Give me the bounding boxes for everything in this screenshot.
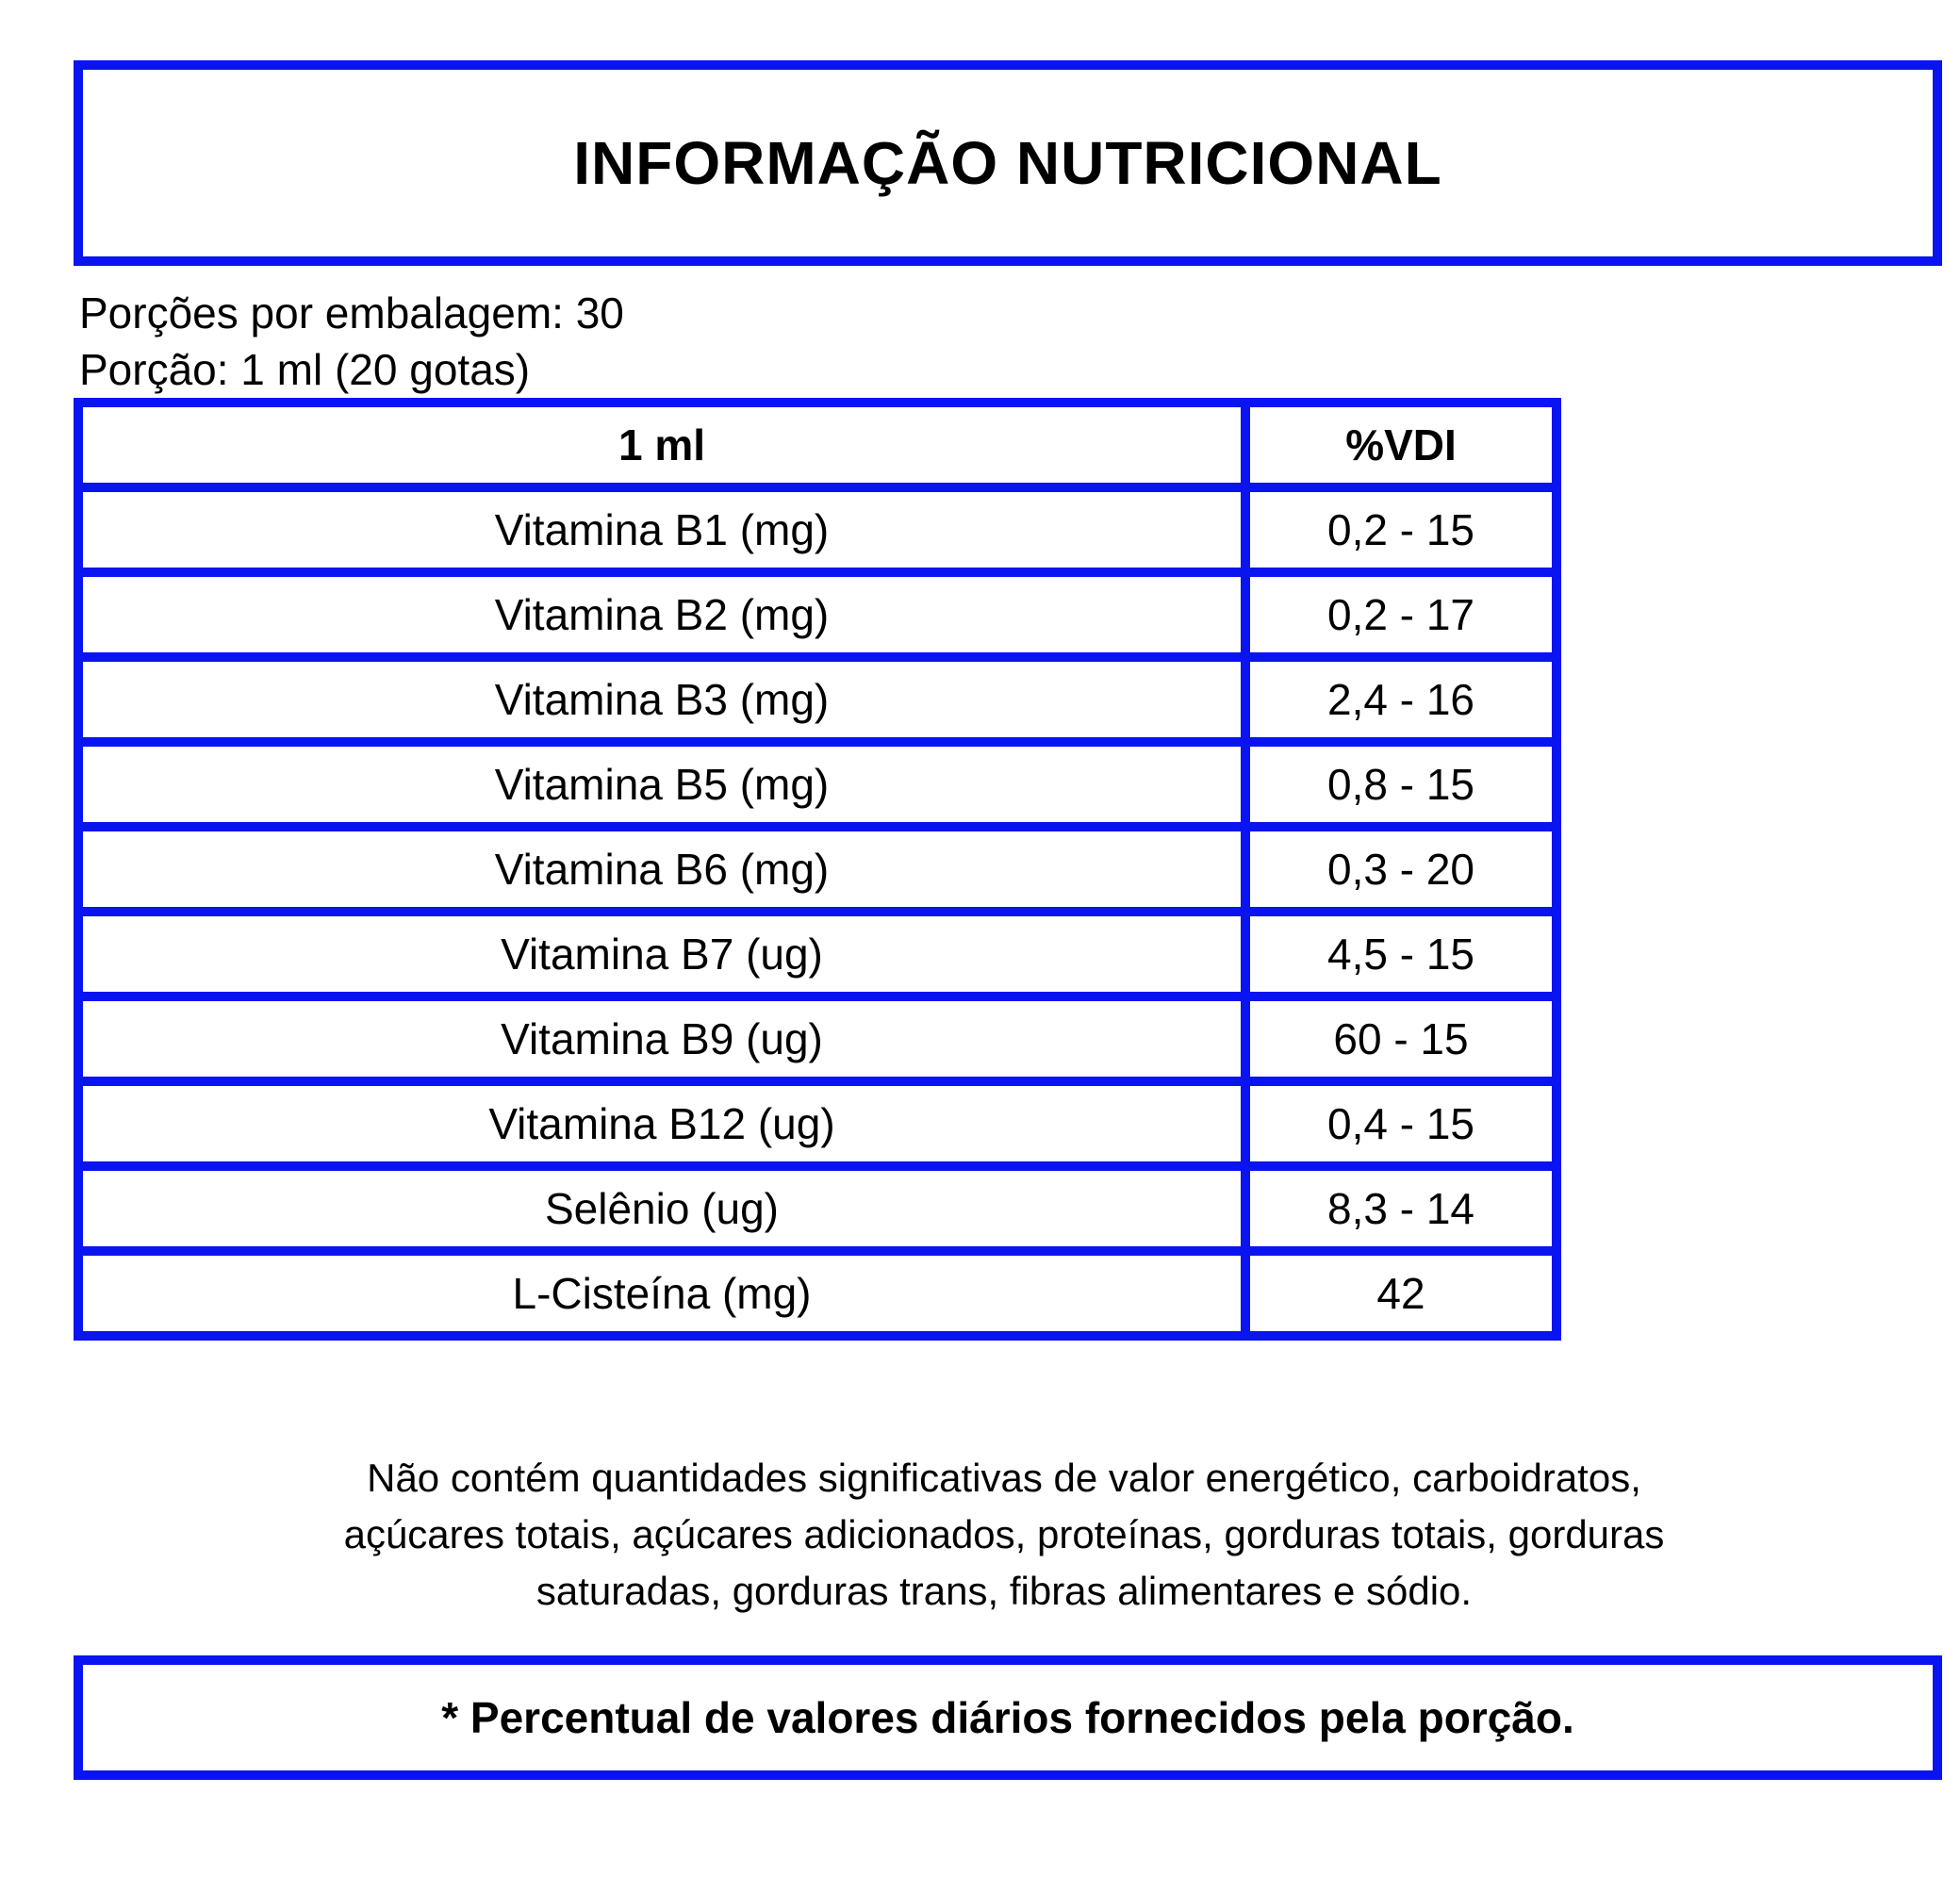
page-title: INFORMAÇÃO NUTRICIONAL: [573, 129, 1442, 197]
nutrient-name: Vitamina B1 (mg): [74, 483, 1250, 577]
nutrient-name: Vitamina B5 (mg): [74, 737, 1250, 831]
table-row: Vitamina B1 (mg) 0,2 - 15: [74, 483, 1561, 577]
nutrient-value: 0,8 - 15: [1241, 737, 1561, 831]
table-row: Vitamina B6 (mg) 0,3 - 20: [74, 822, 1561, 916]
nutrient-value: 8,3 - 14: [1241, 1161, 1561, 1256]
nutrient-value: 2,4 - 16: [1241, 652, 1561, 747]
portion-info: Porções por embalagem: 30 Porção: 1 ml (…: [79, 285, 624, 398]
nutrient-value: 60 - 15: [1241, 992, 1561, 1086]
nutrient-value: 0,2 - 15: [1241, 483, 1561, 577]
daily-value-note: * Percentual de valores diários fornecid…: [441, 1693, 1574, 1742]
header-vdi: %VDI: [1241, 398, 1561, 492]
footnote: Não contém quantidades significativas de…: [343, 1456, 1665, 1613]
title-box: INFORMAÇÃO NUTRICIONAL: [74, 60, 1942, 266]
daily-value-note-box: * Percentual de valores diários fornecid…: [74, 1655, 1942, 1780]
table-row: L-Cisteína (mg) 42: [74, 1246, 1561, 1341]
nutrient-name: Vitamina B2 (mg): [74, 568, 1250, 662]
nutrient-name: L-Cisteína (mg): [74, 1246, 1250, 1341]
table-row: Vitamina B12 (ug) 0,4 - 15: [74, 1077, 1561, 1171]
table-row: Vitamina B2 (mg) 0,2 - 17: [74, 568, 1561, 662]
nutrient-name: Vitamina B12 (ug): [74, 1077, 1250, 1171]
nutrient-value: 0,4 - 15: [1241, 1077, 1561, 1171]
nutrient-value: 4,5 - 15: [1241, 907, 1561, 1001]
nutrient-value: 42: [1241, 1246, 1561, 1341]
nutrient-name: Vitamina B7 (ug): [74, 907, 1250, 1001]
nutrient-value: 0,3 - 20: [1241, 822, 1561, 916]
nutrient-name: Vitamina B6 (mg): [74, 822, 1250, 916]
table-header-row: 1 ml %VDI: [74, 398, 1561, 492]
servings-per-package: Porções por embalagem: 30: [79, 288, 624, 337]
nutrition-table: 1 ml %VDI Vitamina B1 (mg) 0,2 - 15 Vita…: [74, 398, 1561, 1341]
table-row: Vitamina B9 (ug) 60 - 15: [74, 992, 1561, 1086]
table-row: Vitamina B5 (mg) 0,8 - 15: [74, 737, 1561, 831]
table-row: Vitamina B7 (ug) 4,5 - 15: [74, 907, 1561, 1001]
table-row: Vitamina B3 (mg) 2,4 - 16: [74, 652, 1561, 747]
table-row: Selênio (ug) 8,3 - 14: [74, 1161, 1561, 1256]
nutrient-name: Selênio (ug): [74, 1161, 1250, 1256]
nutrient-name: Vitamina B3 (mg): [74, 652, 1250, 747]
nutrient-name: Vitamina B9 (ug): [74, 992, 1250, 1086]
nutrient-value: 0,2 - 17: [1241, 568, 1561, 662]
header-amount: 1 ml: [74, 398, 1250, 492]
serving-size: Porção: 1 ml (20 gotas): [79, 345, 531, 394]
